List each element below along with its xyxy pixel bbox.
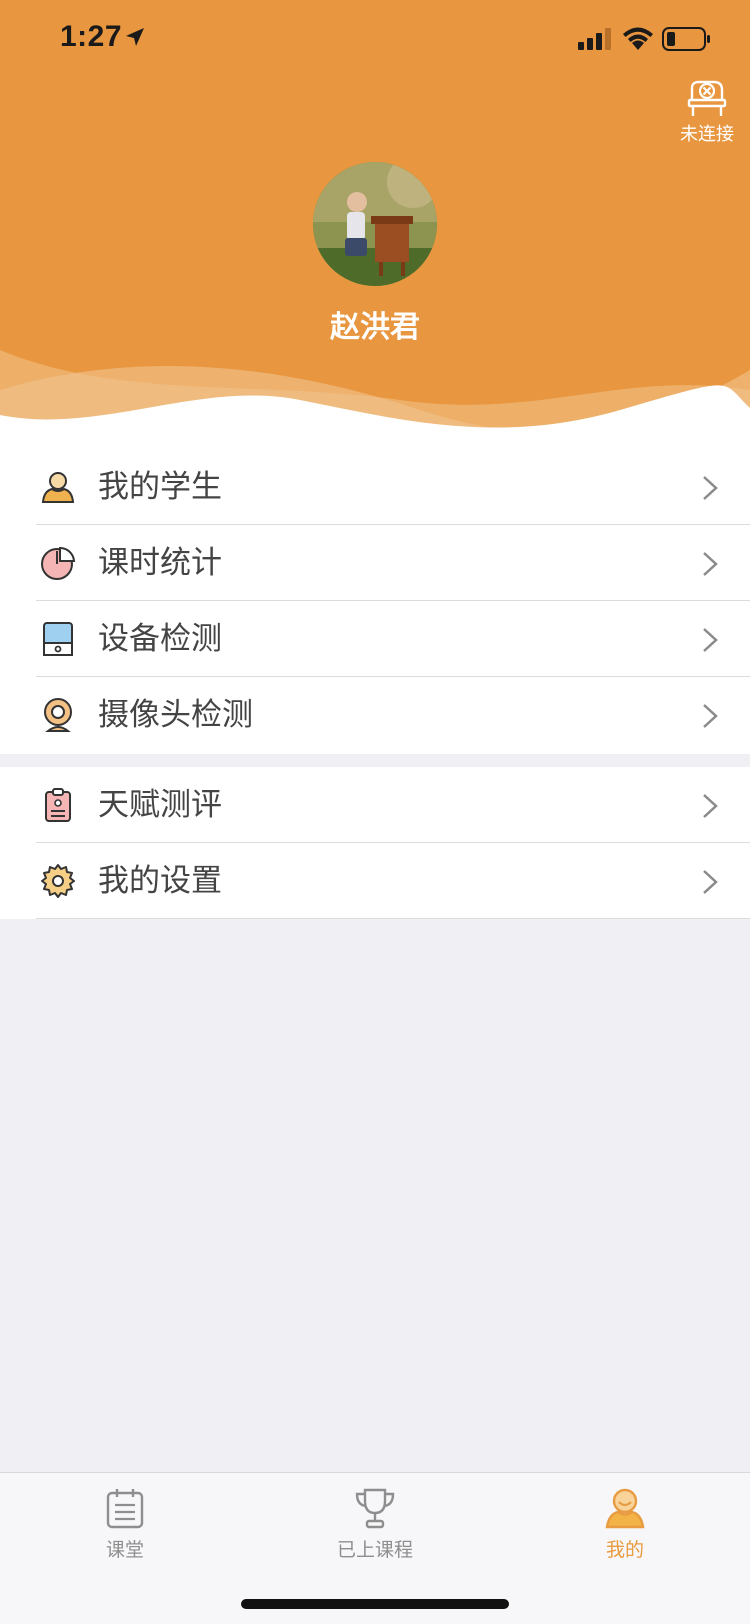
menu-item-device-check[interactable]: 设备检测	[0, 601, 750, 677]
trophy-icon	[355, 1488, 395, 1529]
piano-disconnected-icon	[687, 80, 727, 116]
gear-icon	[40, 863, 76, 899]
menu-item-my-settings[interactable]: 我的设置	[0, 843, 750, 919]
wifi-icon	[622, 26, 654, 54]
chevron-right-icon	[702, 551, 718, 581]
chevron-right-icon	[702, 475, 718, 505]
divider	[36, 918, 750, 919]
menu-group-secondary: 天赋测评 我的设置	[0, 767, 750, 919]
cellular-signal-icon	[578, 28, 612, 54]
tab-classroom[interactable]: 课堂	[55, 1487, 195, 1562]
profile-header: 1:27 未连接 赵洪君	[0, 0, 750, 460]
menu-group-primary: 我的学生 课时统计 设备检测 摄像头检测	[0, 449, 750, 754]
tab-label: 课堂	[105, 1539, 144, 1561]
status-bar: 1:27	[0, 0, 750, 88]
connection-status-label: 未连接	[680, 124, 734, 145]
status-time: 1:27	[60, 20, 123, 53]
location-arrow-icon	[124, 26, 146, 52]
chevron-right-icon	[702, 793, 718, 823]
calendar-icon	[106, 1489, 144, 1529]
piano-connection-button[interactable]: 未连接	[672, 80, 742, 146]
home-indicator	[241, 1599, 509, 1609]
menu-item-talent-assessment[interactable]: 天赋测评	[0, 767, 750, 843]
chevron-right-icon	[702, 869, 718, 899]
menu-item-my-students[interactable]: 我的学生	[0, 449, 750, 525]
menu-item-camera-check[interactable]: 摄像头检测	[0, 677, 750, 753]
tab-mine[interactable]: 我的	[555, 1487, 695, 1562]
chevron-right-icon	[702, 703, 718, 733]
menu-label: 我的学生	[98, 469, 222, 505]
clipboard-icon	[40, 787, 76, 823]
user-icon	[605, 1488, 645, 1529]
menu-label: 天赋测评	[98, 787, 222, 823]
tab-completed-courses[interactable]: 已上课程	[305, 1487, 445, 1562]
pie-chart-icon	[40, 545, 76, 581]
menu-label: 课时统计	[98, 545, 222, 581]
header-wave	[0, 350, 750, 460]
tab-label: 我的	[605, 1539, 644, 1561]
tab-label: 已上课程	[336, 1539, 413, 1561]
menu-label: 设备检测	[98, 621, 222, 657]
tablet-icon	[40, 621, 76, 657]
avatar[interactable]	[313, 162, 437, 286]
chevron-right-icon	[702, 627, 718, 657]
menu-label: 摄像头检测	[98, 697, 253, 733]
camera-icon	[40, 697, 76, 733]
battery-icon	[662, 27, 712, 55]
menu-item-class-hours[interactable]: 课时统计	[0, 525, 750, 601]
student-icon	[40, 469, 76, 505]
menu-label: 我的设置	[98, 863, 222, 899]
